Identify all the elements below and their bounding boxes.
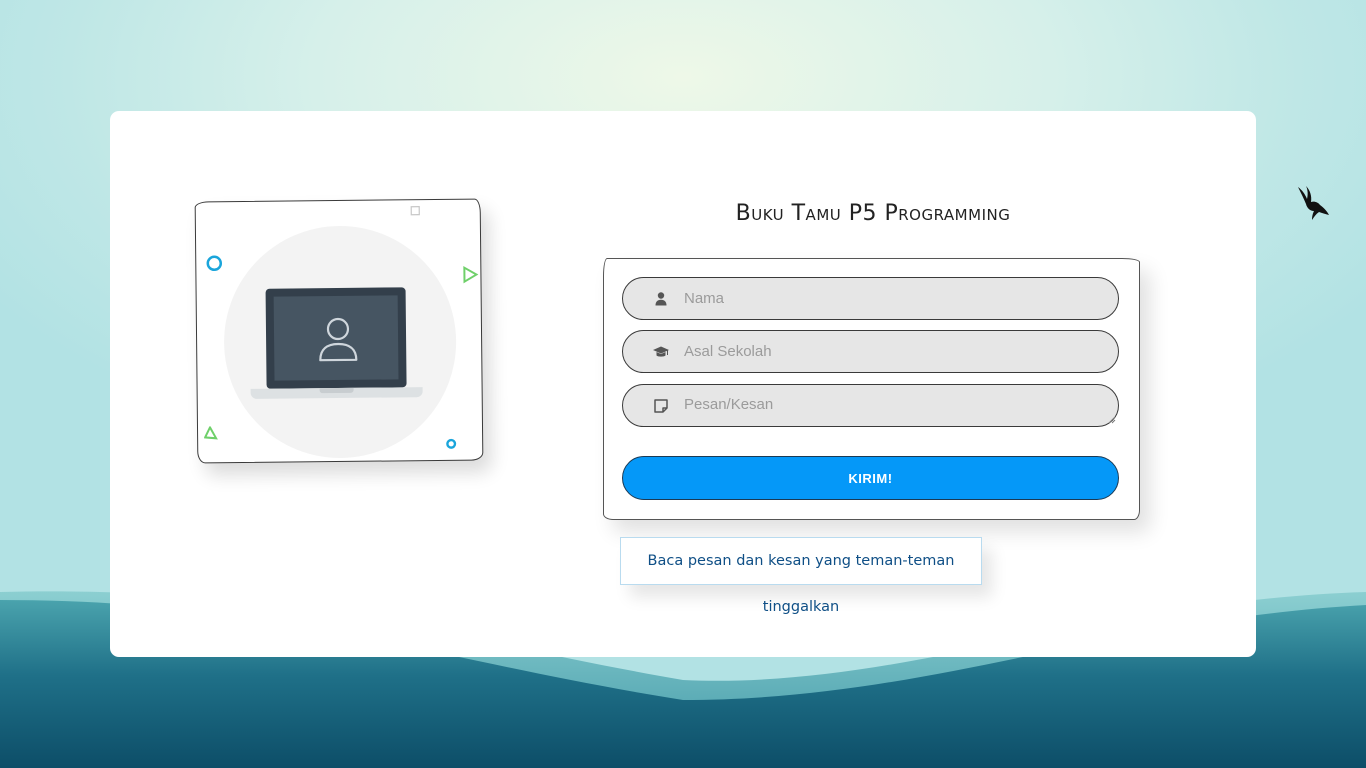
school-input[interactable] xyxy=(684,331,1104,372)
message-field[interactable] xyxy=(622,384,1119,427)
laptop-base xyxy=(250,387,423,399)
laptop-notch xyxy=(319,387,354,394)
triangle-decoration-icon xyxy=(463,265,479,284)
name-field[interactable] xyxy=(622,277,1119,320)
resize-grip-icon[interactable] xyxy=(1108,416,1116,424)
user-icon xyxy=(655,292,667,306)
name-input[interactable] xyxy=(684,278,1104,319)
sticky-note-icon xyxy=(654,399,668,413)
graduation-cap-icon xyxy=(653,346,669,357)
school-field[interactable] xyxy=(622,330,1119,373)
bird-icon xyxy=(1298,186,1329,220)
laptop-user-icon xyxy=(265,287,407,389)
circle-decoration-icon xyxy=(446,438,457,449)
guestbook-form: KIRIM! xyxy=(603,258,1140,520)
guestbook-card: Buku Tamu P5 Programming Nama Asal Sekol… xyxy=(110,111,1256,657)
square-decoration-icon xyxy=(410,206,420,216)
illustration-frame xyxy=(194,198,484,464)
message-textarea[interactable] xyxy=(684,385,1104,426)
triangle-decoration-icon xyxy=(203,426,218,440)
user-outline-icon xyxy=(319,317,358,362)
laptop-screen xyxy=(273,295,399,381)
read-messages-link[interactable]: Baca pesan dan kesan yang teman-teman ti… xyxy=(620,537,982,615)
page-title: Buku Tamu P5 Programming xyxy=(735,201,1011,226)
submit-button[interactable]: KIRIM! xyxy=(622,456,1119,500)
circle-decoration-icon xyxy=(206,255,223,272)
